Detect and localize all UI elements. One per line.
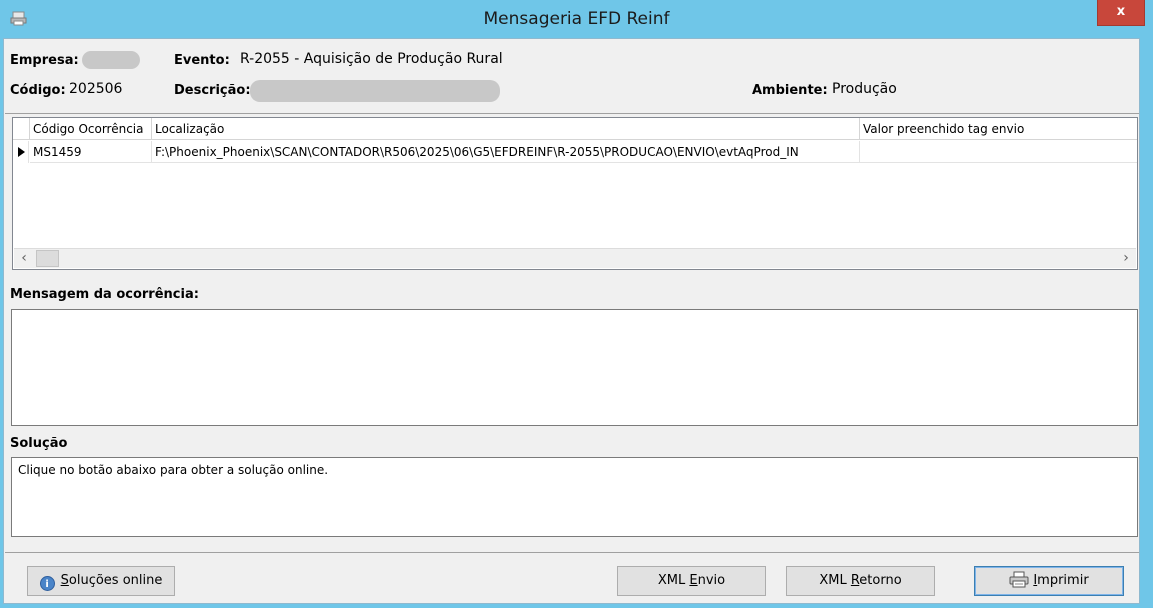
descricao-label: Descrição: xyxy=(174,83,251,98)
xml-retorno-label-pre: XML xyxy=(819,573,851,588)
solucao-textbox[interactable]: Clique no botão abaixo para obter a solu… xyxy=(11,457,1138,537)
xml-retorno-button[interactable]: XML Retorno xyxy=(786,566,935,596)
xml-retorno-label-rest: etorno xyxy=(859,573,902,588)
solucoes-online-mnemonic: S xyxy=(60,573,69,588)
title-bar[interactable]: Mensageria EFD Reinf x xyxy=(0,0,1153,38)
scroll-right-icon[interactable]: › xyxy=(1116,249,1136,268)
empresa-label: Empresa: xyxy=(10,53,79,68)
cell-valor[interactable] xyxy=(860,141,1137,163)
cell-codigo[interactable]: MS1459 xyxy=(30,141,152,163)
window-title: Mensageria EFD Reinf xyxy=(483,9,670,29)
solucao-label: Solução xyxy=(10,436,68,451)
scroll-thumb[interactable] xyxy=(36,250,59,267)
descricao-value-redacted xyxy=(250,80,500,102)
column-header-valor[interactable]: Valor preenchido tag envio xyxy=(860,118,1137,140)
window: Mensageria EFD Reinf x Empresa: Evento: … xyxy=(0,0,1153,608)
codigo-value: 202506 xyxy=(69,81,123,97)
mensagem-textbox[interactable] xyxy=(11,309,1138,426)
horizontal-scrollbar[interactable]: ‹ › xyxy=(14,248,1136,268)
empresa-value-redacted xyxy=(82,51,140,69)
client-area: Empresa: Evento: R-2055 - Aquisição de P… xyxy=(3,38,1140,604)
evento-value: R-2055 - Aquisição de Produção Rural xyxy=(240,51,503,67)
ambiente-label: Ambiente: xyxy=(752,83,828,98)
xml-envio-label-pre: XML xyxy=(657,573,690,588)
info-icon: i xyxy=(39,576,55,591)
current-row-indicator xyxy=(13,141,29,163)
close-button[interactable]: x xyxy=(1097,0,1145,26)
solucoes-online-button[interactable]: i Soluções online xyxy=(27,566,175,596)
cell-localizacao[interactable]: F:\Phoenix_Phoenix\SCAN\CONTADOR\R506\20… xyxy=(152,141,860,163)
xml-envio-mnemonic: E xyxy=(689,573,698,588)
column-header-codigo[interactable]: Código Ocorrência xyxy=(30,118,152,140)
column-header-localizacao[interactable]: Localização xyxy=(152,118,860,140)
solucoes-online-label: oluções online xyxy=(68,573,163,588)
scroll-left-icon[interactable]: ‹ xyxy=(14,249,34,268)
grid-corner xyxy=(13,118,30,140)
xml-envio-label-rest: nvio xyxy=(697,573,726,588)
ambiente-value: Produção xyxy=(832,81,897,97)
printer-icon xyxy=(1009,571,1029,588)
imprimir-label: mprimir xyxy=(1037,573,1089,588)
occurrences-grid[interactable]: Código Ocorrência Localização Valor pree… xyxy=(12,117,1138,270)
mensagem-label: Mensagem da ocorrência: xyxy=(10,287,199,302)
evento-label: Evento: xyxy=(174,53,230,68)
imprimir-button[interactable]: Imprimir xyxy=(974,566,1124,596)
footer-separator xyxy=(5,552,1139,553)
xml-envio-button[interactable]: XML Envio xyxy=(617,566,766,596)
codigo-label: Código: xyxy=(10,83,66,98)
header-separator xyxy=(5,113,1139,114)
